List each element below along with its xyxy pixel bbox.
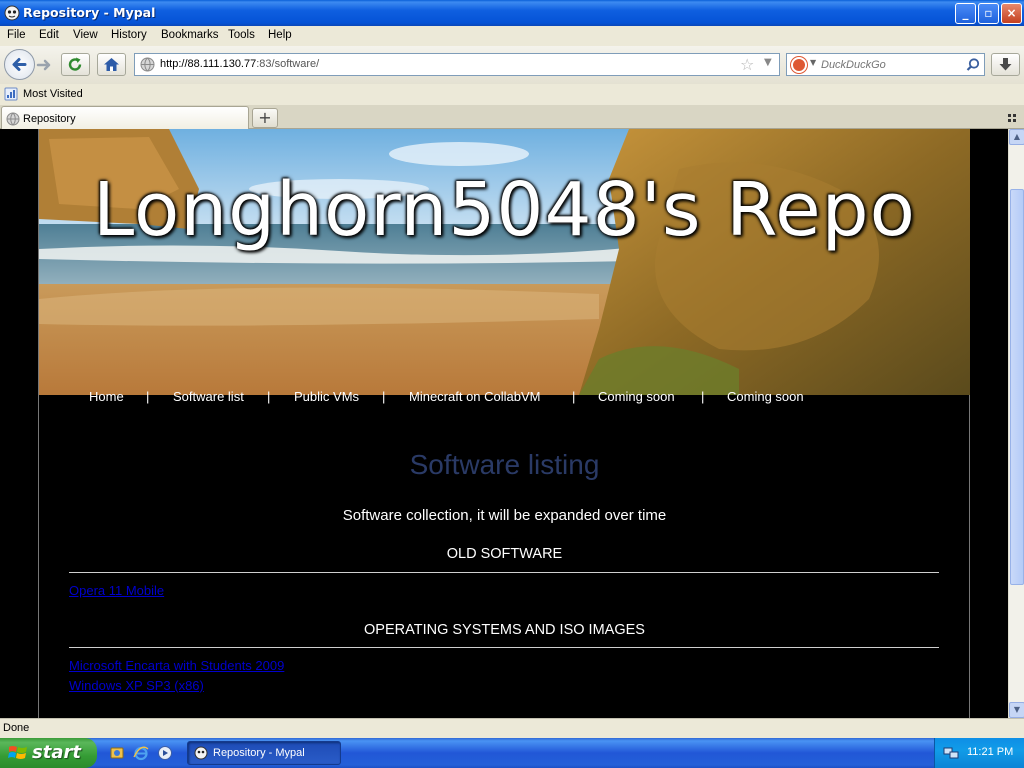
menu-file[interactable]: File bbox=[7, 29, 26, 41]
menu-history[interactable]: History bbox=[111, 29, 147, 41]
tab-list-icon[interactable] bbox=[1007, 112, 1019, 124]
downloads-button[interactable] bbox=[991, 53, 1020, 76]
section-divider bbox=[69, 572, 939, 573]
back-button[interactable] bbox=[4, 49, 35, 80]
page-viewport: Longhorn5048's Repo Home | Software list… bbox=[0, 129, 1008, 718]
nav-separator: | bbox=[572, 389, 576, 404]
home-button[interactable] bbox=[97, 53, 126, 76]
nav-separator: | bbox=[701, 389, 705, 404]
link-encarta-2009[interactable]: Microsoft Encarta with Students 2009 bbox=[69, 658, 284, 673]
engine-dropdown-icon[interactable]: ▼ bbox=[810, 58, 816, 67]
site-title: Longhorn5048's Repo bbox=[93, 167, 916, 253]
status-text: Done bbox=[3, 722, 30, 734]
page-container: Longhorn5048's Repo Home | Software list… bbox=[38, 129, 970, 718]
quicklaunch-ie-icon[interactable] bbox=[133, 745, 149, 761]
scroll-down-arrow-icon[interactable]: ▼ bbox=[1009, 702, 1024, 718]
quicklaunch-explorer-icon[interactable] bbox=[109, 745, 125, 761]
download-icon bbox=[999, 58, 1012, 71]
clock: 11:21 PM bbox=[967, 746, 1014, 758]
header-banner: Longhorn5048's Repo bbox=[39, 129, 970, 395]
taskbar-window-label: Repository - Mypal bbox=[213, 747, 305, 759]
page-subtitle: Software collection, it will be expanded… bbox=[342, 507, 667, 524]
url-dropdown-icon[interactable]: ▼ bbox=[764, 57, 772, 68]
nav-separator: | bbox=[382, 389, 386, 404]
link-opera-11-mobile[interactable]: Opera 11 Mobile bbox=[69, 583, 164, 598]
bookmark-star-icon[interactable]: ☆ bbox=[740, 55, 754, 74]
globe-icon bbox=[140, 57, 155, 72]
start-button[interactable]: start bbox=[0, 738, 97, 768]
maximize-button[interactable]: ▫ bbox=[978, 3, 999, 24]
forward-arrow-icon bbox=[36, 59, 51, 71]
taskbar: start Repository - Mypal 11:21 PM bbox=[0, 738, 1024, 768]
title-bar: Repository - Mypal _ ▫ × bbox=[0, 0, 1024, 26]
menu-edit[interactable]: Edit bbox=[39, 29, 59, 41]
reload-icon bbox=[68, 57, 82, 71]
search-input[interactable] bbox=[821, 57, 961, 72]
url-text: http://88.111.130.77:83/software/ bbox=[160, 58, 320, 70]
menu-help[interactable]: Help bbox=[268, 29, 292, 41]
nav-link-coming-soon-1[interactable]: Coming soon bbox=[598, 389, 675, 404]
home-icon bbox=[104, 58, 119, 71]
nav-link-minecraft[interactable]: Minecraft on CollabVM bbox=[409, 389, 541, 404]
nav-separator: | bbox=[146, 389, 150, 404]
status-bar: Done bbox=[0, 718, 1024, 738]
search-icon[interactable] bbox=[965, 57, 981, 73]
bookmarks-toolbar: Most Visited bbox=[0, 84, 1024, 105]
quicklaunch-media-icon[interactable] bbox=[157, 745, 173, 761]
section-divider bbox=[69, 647, 939, 648]
windows-logo-icon bbox=[8, 746, 27, 759]
nav-link-software-list[interactable]: Software list bbox=[173, 389, 244, 404]
mypal-app-icon bbox=[4, 5, 20, 21]
tab-label: Repository bbox=[23, 113, 76, 125]
minimize-button[interactable]: _ bbox=[955, 3, 976, 24]
page-favicon-icon bbox=[6, 112, 20, 126]
menu-bar: File Edit View History Bookmarks Tools H… bbox=[0, 26, 1024, 46]
most-visited-icon bbox=[4, 87, 18, 101]
duckduckgo-icon[interactable] bbox=[791, 57, 807, 73]
link-windows-xp-sp3[interactable]: Windows XP SP3 (x86) bbox=[69, 678, 204, 693]
nav-link-home[interactable]: Home bbox=[89, 389, 124, 404]
start-label: start bbox=[32, 742, 81, 763]
window-title: Repository - Mypal bbox=[23, 5, 156, 20]
site-navigation: Home | Software list | Public VMs | Mine… bbox=[39, 389, 970, 411]
navigation-toolbar: http://88.111.130.77:83/software/ ☆ ▼ ▼ bbox=[0, 46, 1024, 84]
network-icon[interactable] bbox=[943, 745, 959, 761]
nav-link-coming-soon-2[interactable]: Coming soon bbox=[727, 389, 804, 404]
nav-separator: | bbox=[267, 389, 271, 404]
section-title-old-software: OLD SOFTWARE bbox=[446, 546, 563, 562]
mypal-taskbar-icon bbox=[194, 746, 208, 760]
close-button[interactable]: × bbox=[1001, 3, 1022, 24]
forward-button[interactable] bbox=[34, 55, 56, 75]
page-heading: Software listing bbox=[409, 449, 600, 480]
most-visited-bookmark[interactable]: Most Visited bbox=[23, 88, 83, 100]
tab-strip: Repository + bbox=[0, 105, 1024, 129]
new-tab-button[interactable]: + bbox=[252, 108, 278, 128]
scrollbar-thumb[interactable] bbox=[1010, 189, 1024, 585]
back-arrow-icon bbox=[12, 58, 27, 71]
menu-tools[interactable]: Tools bbox=[228, 29, 255, 41]
taskbar-window-button[interactable]: Repository - Mypal bbox=[187, 741, 341, 765]
tab-repository[interactable]: Repository bbox=[1, 106, 249, 129]
reload-button[interactable] bbox=[61, 53, 90, 76]
nav-link-public-vms[interactable]: Public VMs bbox=[294, 389, 359, 404]
scroll-up-arrow-icon[interactable]: ▲ bbox=[1009, 129, 1024, 145]
system-tray: 11:21 PM bbox=[934, 738, 1024, 768]
menu-view[interactable]: View bbox=[73, 29, 98, 41]
menu-bookmarks[interactable]: Bookmarks bbox=[161, 29, 219, 41]
address-bar[interactable]: http://88.111.130.77:83/software/ ☆ ▼ bbox=[134, 53, 780, 76]
search-bar: ▼ bbox=[786, 53, 985, 76]
vertical-scrollbar[interactable]: ▲ ▼ bbox=[1008, 129, 1024, 718]
section-title-operating-systems: OPERATING SYSTEMS AND ISO IMAGES bbox=[364, 622, 645, 638]
